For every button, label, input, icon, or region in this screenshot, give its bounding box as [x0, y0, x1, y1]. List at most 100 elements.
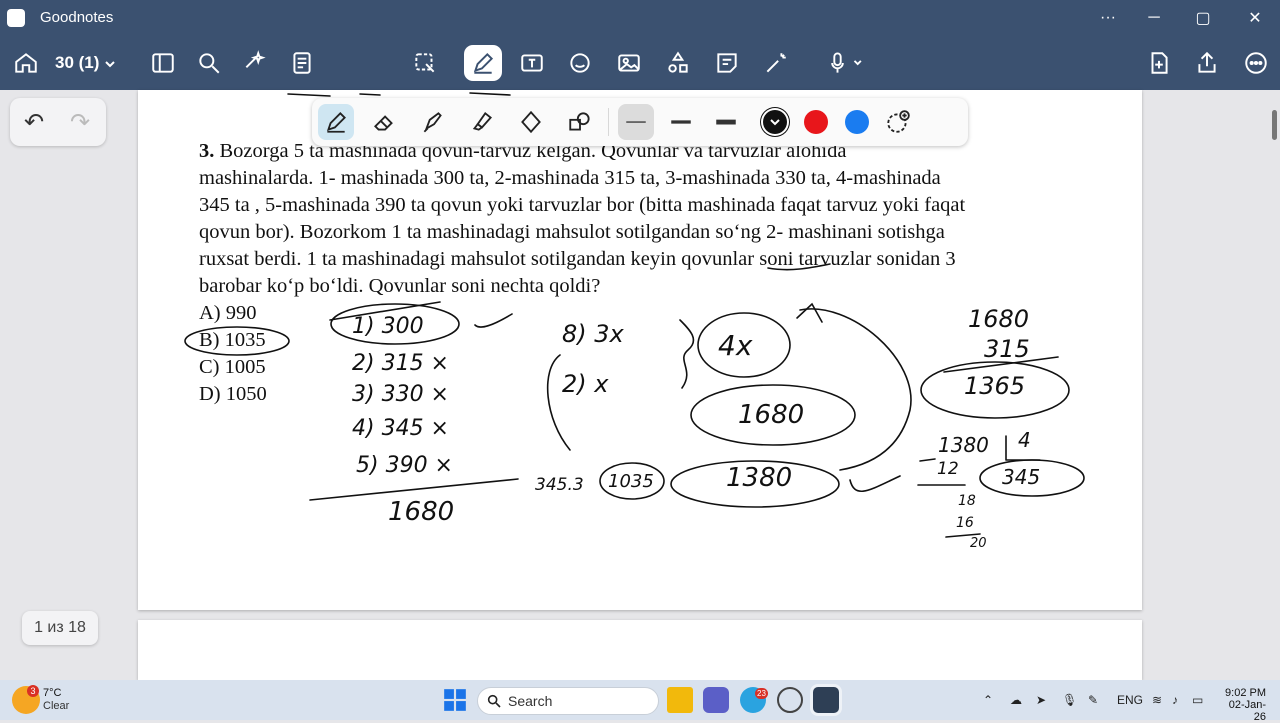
- text-box-icon: [521, 54, 543, 72]
- stroke-medium[interactable]: [663, 104, 699, 140]
- highlighter-tool[interactable]: [464, 104, 500, 140]
- pen-tool-button[interactable]: [464, 45, 502, 81]
- weather-badge: 3: [27, 685, 39, 697]
- shape-recognition-tool[interactable]: [562, 104, 598, 140]
- problem-number: 3.: [199, 140, 215, 162]
- problem-line-3: 345 ta , 5-mashinada 390 ta qovun yoki t…: [199, 194, 966, 216]
- tray-overflow-icon[interactable]: ⌃: [983, 693, 993, 707]
- add-page-button[interactable]: [1140, 45, 1178, 81]
- more-options-button[interactable]: ···: [1085, 0, 1131, 36]
- image-icon: [618, 54, 640, 72]
- sidebar-icon: [152, 53, 174, 73]
- undo-button[interactable]: ↶: [24, 108, 44, 137]
- document-outline-button[interactable]: [283, 45, 321, 81]
- problem-text: 3. Bozorga 5 ta mashinada qovun-tarvuz k…: [199, 138, 1099, 300]
- shapes-pen-icon: [569, 112, 590, 131]
- goodnotes-taskbar-icon[interactable]: [813, 687, 839, 713]
- scrollbar-thumb[interactable]: [1272, 110, 1277, 140]
- highlighter-icon: [472, 112, 492, 131]
- close-button[interactable]: ✕: [1232, 0, 1278, 36]
- diamond-icon: [521, 110, 541, 134]
- goodnotes-app-icon: [7, 9, 25, 27]
- palette-divider: [608, 108, 609, 136]
- thin-line-icon: [626, 121, 646, 123]
- sticker-icon: [570, 53, 590, 73]
- fountain-pen-tool[interactable]: [318, 104, 354, 140]
- telegram-tray-icon[interactable]: ➤: [1036, 693, 1046, 707]
- answer-option-d: D) 1050: [199, 383, 267, 405]
- problem-line-6: barobar ko‘p bo‘ldi. Qovunlar soni necht…: [199, 275, 601, 297]
- eraser-tool[interactable]: [366, 104, 402, 140]
- problem-line-4: qovun bor). Bozorkom 1 ta mashinadagi ma…: [199, 221, 945, 243]
- search-icon: [199, 53, 220, 74]
- microphone-tray-icon[interactable]: 🎙: [1062, 693, 1077, 707]
- image-tool-button[interactable]: [610, 45, 648, 81]
- system-clock[interactable]: 9:02 PM 02-Jan-26: [1220, 687, 1266, 723]
- sticky-note-button[interactable]: [708, 45, 746, 81]
- microphone-icon: [831, 52, 862, 73]
- cloud-icon[interactable]: ☁: [1010, 693, 1022, 707]
- medium-line-icon: [671, 120, 691, 124]
- sticky-note-icon: [717, 53, 737, 73]
- audio-record-button[interactable]: [820, 45, 872, 81]
- text-tool-button[interactable]: [513, 45, 551, 81]
- more-menu-button[interactable]: [1237, 45, 1275, 81]
- telegram-badge: 23: [755, 688, 768, 699]
- answer-option-a: A) 990: [199, 302, 257, 324]
- share-icon: [1198, 51, 1216, 73]
- laser-pointer-button[interactable]: [757, 45, 795, 81]
- shape-pen-tool[interactable]: [513, 104, 549, 140]
- minimize-button[interactable]: ─: [1131, 0, 1177, 36]
- search-button[interactable]: [190, 45, 228, 81]
- undo-redo-panel: ↶ ↷: [10, 98, 106, 146]
- add-color-icon: [887, 110, 910, 133]
- sidebar-toggle-button[interactable]: [144, 45, 182, 81]
- volume-icon[interactable]: ♪: [1172, 693, 1178, 707]
- maximize-button[interactable]: ▢: [1180, 0, 1226, 36]
- windows-logo-icon: [444, 689, 466, 711]
- stroke-thick[interactable]: [708, 104, 744, 140]
- shapes-tool-button[interactable]: [659, 45, 697, 81]
- chrome-icon[interactable]: [777, 687, 803, 713]
- home-icon: [15, 53, 37, 73]
- lasso-tool-button[interactable]: [406, 45, 444, 81]
- pen-tools-palette: [312, 98, 968, 146]
- page-selector[interactable]: 30 (1): [55, 53, 99, 73]
- shapes-icon: [668, 51, 688, 73]
- eraser-icon: [374, 115, 393, 131]
- taskbar-search[interactable]: Search: [477, 687, 659, 715]
- stroke-thin[interactable]: [618, 104, 654, 140]
- app-title: Goodnotes: [40, 9, 114, 26]
- problem-line-5: ruxsat berdi. 1 ta mashinadagi mahsulot …: [199, 248, 956, 270]
- redo-button[interactable]: ↷: [70, 108, 90, 137]
- next-notebook-page: [138, 620, 1142, 680]
- chevron-down-icon[interactable]: [104, 58, 116, 70]
- teams-icon[interactable]: [703, 687, 729, 713]
- weather-condition: Clear: [43, 700, 70, 712]
- battery-icon[interactable]: ▭: [1192, 693, 1203, 707]
- brush-pen-icon: [423, 112, 442, 133]
- home-button[interactable]: [7, 45, 45, 81]
- thick-line-icon: [716, 119, 736, 125]
- lasso-icon: [415, 53, 435, 73]
- answer-option-c: C) 1005: [199, 356, 266, 378]
- wifi-icon[interactable]: ≋: [1152, 693, 1162, 707]
- search-label: Search: [508, 693, 553, 709]
- laser-pointer-icon: [766, 53, 786, 73]
- page-counter: 1 из 18: [22, 611, 98, 645]
- share-button[interactable]: [1188, 45, 1226, 81]
- language-indicator[interactable]: ENG: [1117, 693, 1143, 707]
- sticker-tool-button[interactable]: [561, 45, 599, 81]
- search-icon: [487, 694, 501, 708]
- pen-tray-icon[interactable]: ✎: [1088, 693, 1098, 707]
- color-swatch-red[interactable]: [804, 110, 828, 134]
- ai-assist-button[interactable]: [236, 45, 274, 81]
- windows-start-button[interactable]: [442, 687, 468, 713]
- file-explorer-icon[interactable]: [667, 687, 693, 713]
- brush-pen-tool[interactable]: [415, 104, 451, 140]
- pen-icon: [473, 52, 494, 74]
- add-color-button[interactable]: [880, 104, 916, 140]
- weather-temperature: 7°C: [43, 687, 62, 699]
- add-page-icon: [1151, 52, 1168, 74]
- color-swatch-blue[interactable]: [845, 110, 869, 134]
